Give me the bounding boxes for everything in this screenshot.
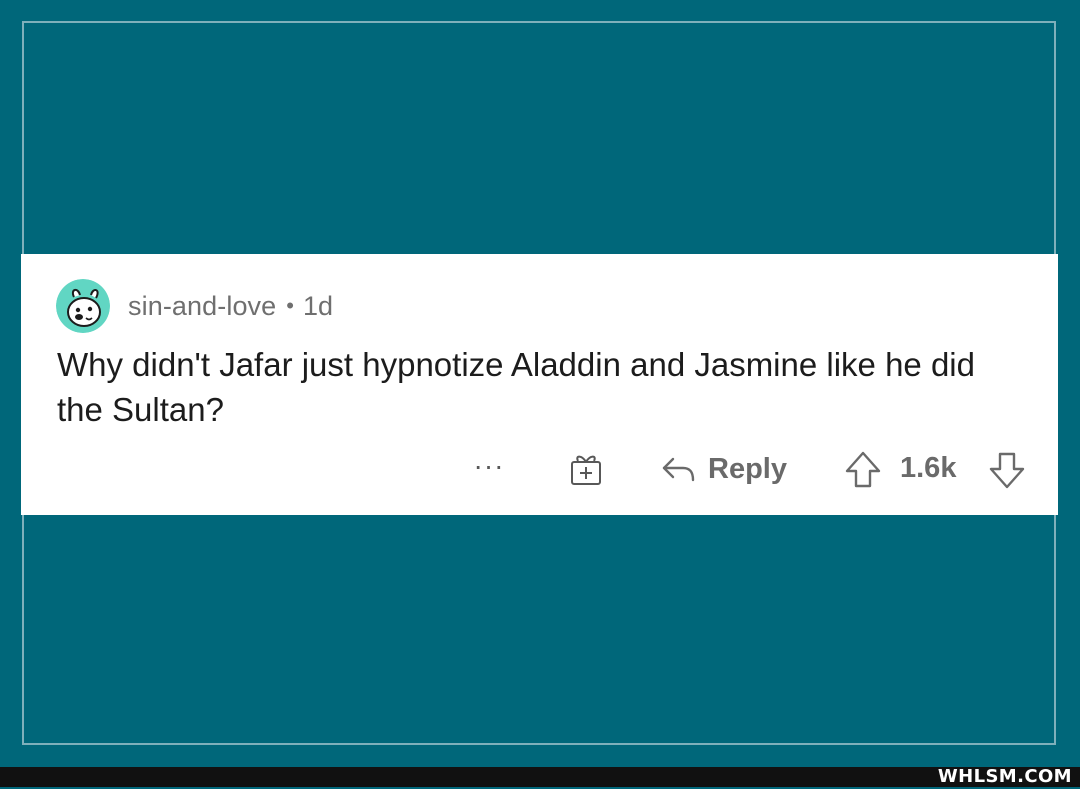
- downvote-arrow-icon: [989, 452, 1025, 489]
- upvote-button[interactable]: [841, 448, 885, 492]
- meta-separator: •: [286, 293, 294, 318]
- footer-bar: WHLSM.COM: [0, 766, 1080, 787]
- reply-button[interactable]: Reply: [659, 447, 787, 491]
- comment-header: sin-and-love • 1d: [56, 278, 333, 334]
- gift-award-icon: [571, 455, 601, 485]
- ellipsis-icon: ···: [473, 450, 505, 481]
- reply-label: Reply: [708, 452, 787, 485]
- vote-count: 1.6k: [900, 452, 957, 484]
- site-watermark: WHLSM.COM: [937, 766, 1072, 787]
- comment-body: Why didn't Jafar just hypnotize Aladdin …: [57, 346, 975, 428]
- comment-username[interactable]: sin-and-love: [128, 291, 276, 322]
- upvote-arrow-icon: [845, 451, 881, 488]
- comment-card: sin-and-love • 1d Why didn't Jafar just …: [21, 254, 1058, 515]
- comment-actions: ··· Reply 1.6k: [21, 444, 1058, 494]
- comment-timestamp: 1d: [302, 290, 334, 321]
- image-frame: sin-and-love • 1d Why didn't Jafar just …: [0, 0, 1080, 767]
- snoo-avatar-icon[interactable]: [56, 279, 110, 333]
- award-button[interactable]: [565, 448, 607, 490]
- more-options-button[interactable]: ···: [469, 448, 509, 488]
- reply-arrow-icon: [662, 457, 695, 482]
- downvote-button[interactable]: [985, 448, 1029, 492]
